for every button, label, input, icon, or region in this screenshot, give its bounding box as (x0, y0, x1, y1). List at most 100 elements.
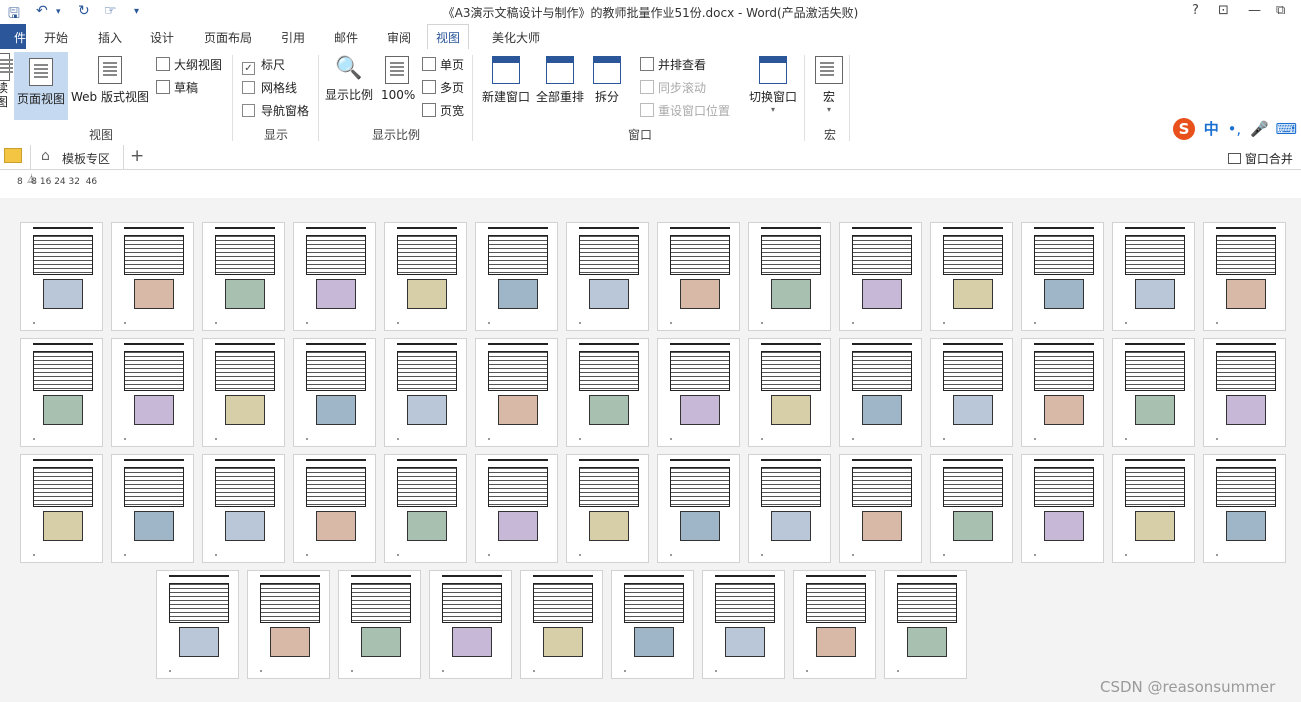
horizontal-ruler[interactable]: 8 8 16 24 32 46 ⏅ (0, 170, 1301, 198)
tab-layout[interactable]: 页面布局 (204, 29, 252, 46)
tab-view[interactable]: 视图 (427, 24, 470, 50)
template-zone-tab[interactable]: ⌂ 模板专区 (30, 145, 124, 169)
page-thumbnail[interactable] (1203, 222, 1286, 331)
page-view-button[interactable]: 页面视图 (14, 52, 68, 120)
ruler-checkbox[interactable]: ✓ 标尺 (242, 56, 285, 75)
page-thumbnail[interactable] (930, 454, 1013, 563)
page-thumbnail[interactable] (793, 570, 876, 679)
page-thumbnail[interactable] (384, 222, 467, 331)
page-thumbnail[interactable] (566, 454, 649, 563)
page-thumbnail[interactable] (1112, 222, 1195, 331)
page-thumbnail[interactable] (20, 338, 103, 447)
page-thumbnail[interactable] (884, 570, 967, 679)
microphone-icon[interactable]: 🎤 (1250, 120, 1269, 138)
page-thumbnail[interactable] (475, 454, 558, 563)
zoom-100-button[interactable]: 100% (381, 56, 415, 102)
restore-button[interactable]: ⧉ (1276, 3, 1285, 18)
page-thumbnail[interactable] (839, 222, 922, 331)
ime-toolbar[interactable]: S 中 •, 🎤 ⌨ (1173, 118, 1297, 140)
new-tab-button[interactable]: + (130, 146, 144, 166)
tab-home[interactable]: 开始 (44, 29, 68, 46)
ribbon-display-button[interactable]: ⊡ (1218, 3, 1229, 18)
page-thumbnail[interactable] (202, 338, 285, 447)
switch-windows-button[interactable]: 切换窗口 ▾ (747, 56, 799, 114)
side-by-side-button[interactable]: 并排查看 (640, 56, 706, 73)
page-thumbnail[interactable] (384, 454, 467, 563)
ime-punct[interactable]: •, (1228, 120, 1242, 138)
outline-button[interactable]: 大纲视图 (156, 56, 222, 73)
page-thumbnail[interactable] (748, 454, 831, 563)
help-button[interactable]: ? (1192, 3, 1199, 18)
page-thumbnail[interactable] (839, 454, 922, 563)
read-mode-button[interactable]: 读 图 (0, 53, 13, 109)
page-thumbnail[interactable] (748, 222, 831, 331)
merge-windows-button[interactable]: 窗口合并 (1228, 150, 1293, 167)
folder-icon[interactable] (4, 148, 22, 163)
page-header-line (1125, 459, 1185, 461)
gridlines-checkbox[interactable]: 网格线 (242, 79, 297, 96)
page-thumbnail[interactable] (293, 222, 376, 331)
page-thumbnail[interactable] (247, 570, 330, 679)
page-thumbnail[interactable] (111, 222, 194, 331)
page-footer-mark (488, 438, 490, 440)
macros-button[interactable]: 宏 ▾ (812, 56, 846, 114)
page-thumbnail[interactable] (1203, 338, 1286, 447)
page-thumbnail[interactable] (202, 222, 285, 331)
page-thumbnail[interactable] (1112, 338, 1195, 447)
page-thumbnail[interactable] (520, 570, 603, 679)
page-thumbnail[interactable] (429, 570, 512, 679)
zoom-button[interactable]: 🔍 显示比例 (324, 56, 374, 103)
page-thumbnail[interactable] (293, 338, 376, 447)
page-thumbnail[interactable] (748, 338, 831, 447)
page-thumbnail[interactable] (20, 454, 103, 563)
page-width-button[interactable]: 页宽 (422, 102, 464, 119)
web-view-button[interactable]: Web 版式视图 (70, 56, 150, 105)
indent-marker-icon[interactable]: ⏅ (27, 172, 36, 185)
page-thumbnail[interactable] (702, 570, 785, 679)
page-thumbnail[interactable] (1021, 338, 1104, 447)
page-thumbnail[interactable] (20, 222, 103, 331)
page-thumbnail[interactable] (611, 570, 694, 679)
arrange-all-button[interactable]: 全部重排 (534, 56, 586, 105)
new-window-button[interactable]: 新建窗口 (480, 56, 532, 105)
ime-lang[interactable]: 中 (1204, 120, 1219, 138)
page-thumbnail[interactable] (1203, 454, 1286, 563)
page-thumbnail[interactable] (566, 338, 649, 447)
tab-beautify[interactable]: 美化大师 (492, 29, 540, 46)
page-thumbnail[interactable] (930, 222, 1013, 331)
tab-file[interactable]: 件 (0, 24, 26, 49)
page-thumbnail[interactable] (202, 454, 285, 563)
one-page-button[interactable]: 单页 (422, 56, 464, 73)
page-thumbnail[interactable] (111, 454, 194, 563)
page-thumbnail[interactable] (475, 338, 558, 447)
page-thumbnail[interactable] (293, 454, 376, 563)
page-thumbnail[interactable] (566, 222, 649, 331)
page-thumbnail[interactable] (657, 222, 740, 331)
multi-page-button[interactable]: 多页 (422, 79, 464, 96)
page-thumbnail[interactable] (657, 454, 740, 563)
sync-scroll-button[interactable]: 同步滚动 (640, 79, 706, 96)
page-thumbnail[interactable] (930, 338, 1013, 447)
split-button[interactable]: 拆分 (590, 56, 624, 105)
tab-mailings[interactable]: 邮件 (334, 29, 358, 46)
reset-position-button[interactable]: 重设窗口位置 (640, 102, 730, 119)
page-thumbnail[interactable] (384, 338, 467, 447)
page-thumbnail[interactable] (156, 570, 239, 679)
draft-button[interactable]: 草稿 (156, 79, 198, 96)
document-canvas[interactable] (0, 198, 1301, 702)
nav-pane-checkbox[interactable]: 导航窗格 (242, 102, 309, 119)
page-thumbnail[interactable] (475, 222, 558, 331)
page-thumbnail[interactable] (1112, 454, 1195, 563)
page-thumbnail[interactable] (657, 338, 740, 447)
page-thumbnail[interactable] (1021, 454, 1104, 563)
tab-references[interactable]: 引用 (281, 29, 305, 46)
tab-insert[interactable]: 插入 (98, 29, 122, 46)
page-thumbnail[interactable] (111, 338, 194, 447)
page-thumbnail[interactable] (1021, 222, 1104, 331)
page-thumbnail[interactable] (338, 570, 421, 679)
tab-review[interactable]: 审阅 (387, 29, 411, 46)
page-thumbnail[interactable] (839, 338, 922, 447)
keyboard-icon[interactable]: ⌨ (1275, 120, 1297, 138)
minimize-button[interactable]: — (1248, 3, 1261, 18)
tab-design[interactable]: 设计 (150, 29, 174, 46)
